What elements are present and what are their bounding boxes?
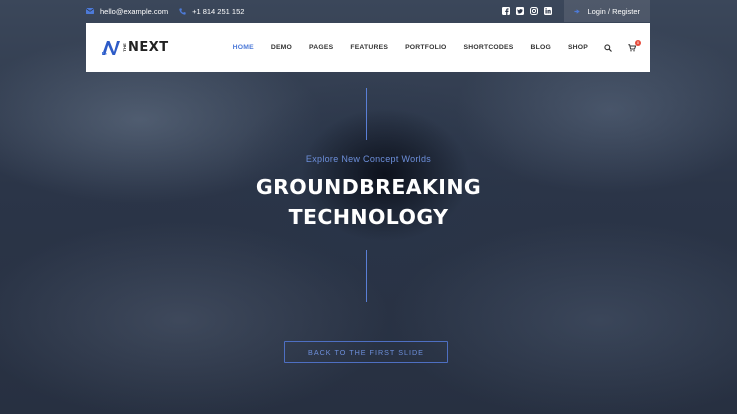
- logo-mark-icon: [102, 40, 120, 55]
- main-navbar: THE NEXT HOME DEMO PAGES FEATURES PORTFO…: [86, 23, 650, 72]
- nav-item-demo[interactable]: DEMO: [271, 44, 292, 51]
- hero-title: GROUNDBREAKING TECHNOLOGY: [0, 172, 737, 232]
- logo-small-text: THE: [122, 43, 127, 52]
- cart-icon[interactable]: 0: [628, 39, 641, 52]
- hero-divider-bottom: [366, 250, 367, 302]
- logo-text: NEXT: [128, 40, 169, 55]
- email-text: hello@example.com: [100, 6, 169, 16]
- twitter-icon[interactable]: [516, 7, 525, 15]
- phone-text: +1 814 251 152: [192, 6, 245, 16]
- hero-divider-top: [366, 88, 367, 140]
- nav-item-portfolio[interactable]: PORTFOLIO: [405, 44, 446, 51]
- login-label: Login / Register: [587, 6, 640, 16]
- cart-count-badge: 0: [635, 39, 641, 46]
- login-icon: [574, 8, 581, 14]
- nav-item-pages[interactable]: PAGES: [309, 44, 333, 51]
- linkedin-icon[interactable]: [544, 7, 553, 15]
- contact-phone[interactable]: +1 814 251 152: [179, 7, 244, 16]
- site-logo[interactable]: THE NEXT: [101, 40, 169, 56]
- back-to-first-slide-button[interactable]: BACK TO THE FIRST SLIDE: [284, 341, 448, 363]
- contact-email[interactable]: hello@example.com: [86, 7, 168, 16]
- facebook-icon[interactable]: [502, 7, 511, 15]
- nav-item-blog[interactable]: BLOG: [531, 44, 551, 51]
- nav-item-features[interactable]: FEATURES: [350, 44, 388, 51]
- login-register-link[interactable]: Login / Register: [564, 0, 650, 22]
- nav-item-home[interactable]: HOME: [233, 44, 254, 51]
- nav-item-shortcodes[interactable]: SHORTCODES: [464, 44, 514, 51]
- envelope-icon: [86, 8, 94, 14]
- search-icon[interactable]: [604, 43, 612, 52]
- hero-eyebrow: Explore New Concept Worlds: [305, 154, 432, 164]
- top-bar: hello@example.com +1 814 251 152 Login /…: [86, 0, 650, 22]
- phone-icon: [179, 7, 186, 15]
- nav-item-shop[interactable]: SHOP: [568, 44, 588, 51]
- instagram-icon[interactable]: [530, 7, 539, 15]
- social-links: [502, 7, 553, 15]
- hero-title-line-2: TECHNOLOGY: [288, 205, 449, 229]
- nav-menu: HOME DEMO PAGES FEATURES PORTFOLIO SHORT…: [216, 39, 641, 52]
- hero-title-line-1: GROUNDBREAKING: [255, 175, 482, 199]
